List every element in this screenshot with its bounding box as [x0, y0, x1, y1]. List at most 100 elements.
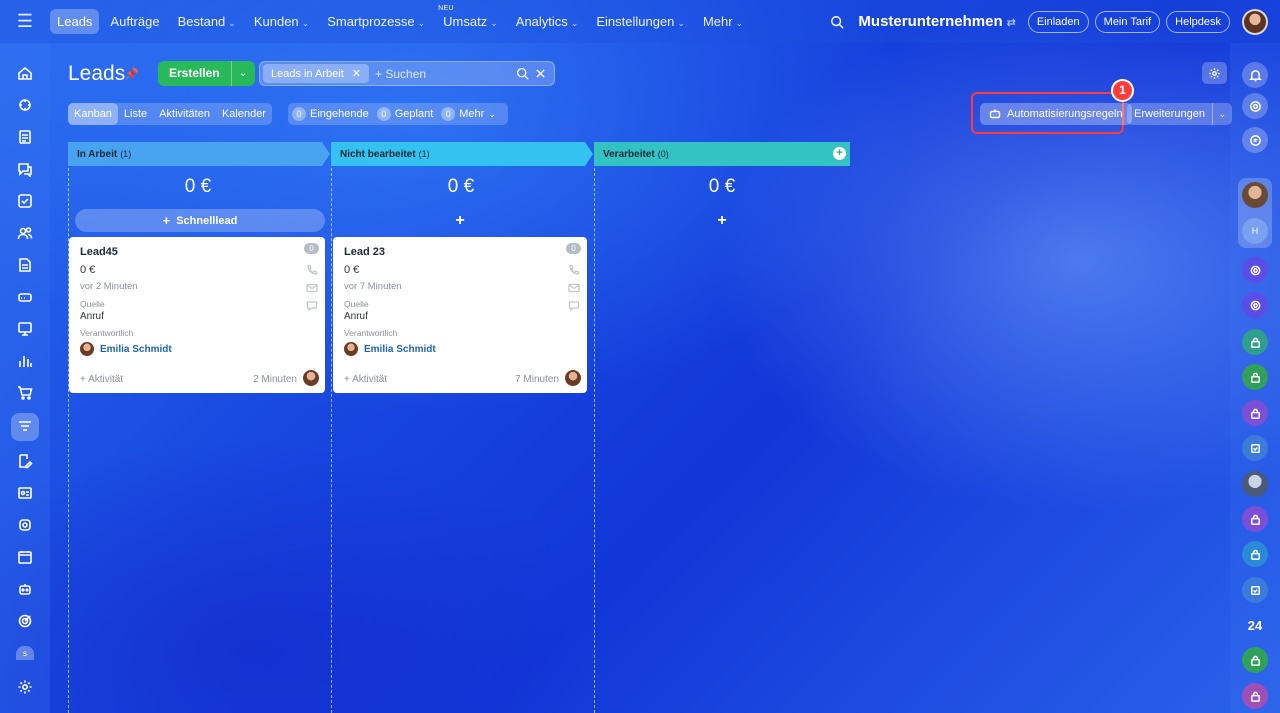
edit-document-icon[interactable]: [11, 447, 39, 475]
phone-icon[interactable]: [568, 263, 580, 275]
avatar[interactable]: [565, 370, 581, 386]
lock-icon[interactable]: [1242, 541, 1268, 567]
collapsed-section-badge[interactable]: s: [16, 646, 34, 660]
close-icon[interactable]: ✕: [352, 67, 361, 80]
avatar[interactable]: [303, 370, 319, 386]
filter-tag[interactable]: Leads in Arbeit ✕: [263, 64, 369, 83]
clear-icon[interactable]: [535, 68, 546, 79]
lead-card[interactable]: Lead 23 0 0 € vor 7 Minuten Quelle Anruf…: [333, 237, 587, 393]
presentation-icon[interactable]: [11, 315, 39, 343]
counter-mehr[interactable]: 0 Mehr ⌄: [441, 107, 496, 121]
column-header-in-arbeit[interactable]: In Arbeit (1): [68, 142, 322, 166]
lead-title[interactable]: Lead 23: [344, 246, 385, 258]
filter-search-box[interactable]: Leads in Arbeit ✕: [259, 61, 555, 86]
company-name[interactable]: Musterunternehmen ⇄: [858, 13, 1015, 30]
add-column-icon[interactable]: +: [833, 147, 846, 160]
tab-kanban[interactable]: Kanban: [68, 103, 118, 125]
lead-title[interactable]: Lead45: [80, 246, 118, 258]
responsible-person[interactable]: Emilia Schmidt: [344, 342, 436, 356]
nav-item-umsatz[interactable]: NEU Umsatz ⌄: [436, 5, 505, 34]
drive-icon[interactable]: [11, 283, 39, 311]
quick-lead-button[interactable]: + Schnelllead: [75, 209, 325, 232]
nav-item-kunden[interactable]: Kunden ⌄: [247, 9, 316, 34]
comment-icon[interactable]: [306, 299, 318, 312]
automation-rules-button[interactable]: Automatisierungsregeln: [980, 103, 1132, 125]
lock-icon[interactable]: [1242, 647, 1268, 673]
bitrix24-icon[interactable]: 24: [1242, 612, 1268, 638]
step-badge: 1: [1111, 79, 1134, 102]
user-initial-avatar[interactable]: H: [1242, 218, 1268, 244]
contact-center-icon[interactable]: [11, 511, 39, 539]
column-header-verarbeitet[interactable]: Verarbeitet (0): [594, 142, 850, 166]
tasks-doc-icon[interactable]: [11, 123, 39, 151]
copilot-icon[interactable]: [1242, 93, 1268, 119]
analytics-icon[interactable]: [11, 347, 39, 375]
crm-funnel-icon[interactable]: [11, 413, 39, 441]
column-header-nicht-bearbeitet[interactable]: Nicht bearbeitet (1): [331, 142, 585, 166]
counter-geplant[interactable]: 0 Geplant: [376, 107, 433, 121]
chevron-down-icon[interactable]: ⌄: [1211, 103, 1232, 125]
lead-card[interactable]: Lead45 0 0 € vor 2 Minuten Quelle Anruf …: [69, 237, 325, 393]
tab-kalender[interactable]: Kalender: [216, 103, 272, 125]
copilot-chat-icon[interactable]: [1242, 257, 1268, 283]
home-icon[interactable]: [11, 59, 39, 87]
chevron-down-icon[interactable]: ⌄: [230, 61, 255, 86]
feed-icon[interactable]: [11, 91, 39, 119]
lock-icon[interactable]: [1242, 400, 1268, 426]
target-icon[interactable]: [11, 607, 39, 635]
nav-item-bestand[interactable]: Bestand ⌄: [171, 9, 243, 34]
pin-icon[interactable]: 📌: [124, 67, 139, 81]
copilot-chat-icon[interactable]: [1242, 292, 1268, 318]
search-icon[interactable]: [826, 11, 848, 33]
robot-icon[interactable]: [11, 575, 39, 603]
checkbox-icon[interactable]: [11, 187, 39, 215]
calendar-icon[interactable]: [11, 543, 39, 571]
add-lead-icon[interactable]: +: [714, 212, 730, 230]
lock-icon[interactable]: [1242, 506, 1268, 532]
tab-aktivitaeten[interactable]: Aktivitäten: [153, 103, 216, 125]
helpdesk-button[interactable]: Helpdesk: [1166, 10, 1230, 33]
gear-icon[interactable]: [1202, 62, 1227, 84]
add-activity-link[interactable]: + Aktivität: [344, 374, 387, 385]
task-check-icon[interactable]: [1242, 577, 1268, 603]
user-avatar[interactable]: [1242, 8, 1268, 35]
tab-liste[interactable]: Liste: [118, 103, 153, 125]
create-button[interactable]: Erstellen ⌄: [158, 61, 255, 86]
contacts-icon[interactable]: [11, 219, 39, 247]
nav-item-smartprozesse[interactable]: Smartprozesse ⌄: [320, 9, 432, 34]
counter-eingehende[interactable]: 0 Eingehende: [292, 107, 369, 121]
group-avatar[interactable]: [1242, 471, 1268, 497]
search-icon[interactable]: [516, 67, 529, 80]
nav-item-auftraege[interactable]: Aufträge: [103, 9, 166, 34]
mail-icon[interactable]: [306, 281, 318, 293]
phone-icon[interactable]: [306, 263, 318, 275]
nav-item-mehr[interactable]: Mehr ⌄: [696, 9, 750, 34]
id-card-icon[interactable]: [11, 479, 39, 507]
lock-icon[interactable]: [1242, 683, 1268, 709]
search-input[interactable]: [375, 66, 515, 81]
nav-item-leads[interactable]: Leads: [50, 9, 100, 34]
add-lead-icon[interactable]: +: [452, 212, 468, 230]
mail-icon[interactable]: [568, 281, 580, 293]
nav-item-einstellungen[interactable]: Einstellungen ⌄: [589, 9, 692, 34]
add-activity-link[interactable]: + Aktivität: [80, 374, 123, 385]
menu-icon[interactable]: ☰: [0, 0, 50, 43]
lock-icon[interactable]: [1242, 329, 1268, 355]
messenger-icon[interactable]: [1242, 127, 1268, 153]
document-icon[interactable]: [11, 251, 39, 279]
invite-button[interactable]: Einladen: [1027, 10, 1089, 33]
nav-item-analytics[interactable]: Analytics ⌄: [509, 9, 586, 34]
responsible-person[interactable]: Emilia Schmidt: [80, 342, 172, 356]
chevron-down-icon: ⌄: [301, 18, 310, 28]
plan-button[interactable]: Mein Tarif: [1094, 10, 1161, 33]
extensions-button[interactable]: Erweiterungen ⌄: [1127, 103, 1232, 125]
cart-icon[interactable]: [11, 379, 39, 407]
bell-icon[interactable]: [1242, 62, 1268, 88]
settings-gear-icon[interactable]: [11, 673, 39, 701]
chevron-down-icon: ⌄: [488, 108, 496, 119]
chat-icon[interactable]: [11, 155, 39, 183]
lock-icon[interactable]: [1242, 364, 1268, 390]
task-check-icon[interactable]: [1242, 435, 1268, 461]
comment-icon[interactable]: [568, 299, 580, 312]
user-avatar-small[interactable]: [1242, 182, 1268, 208]
